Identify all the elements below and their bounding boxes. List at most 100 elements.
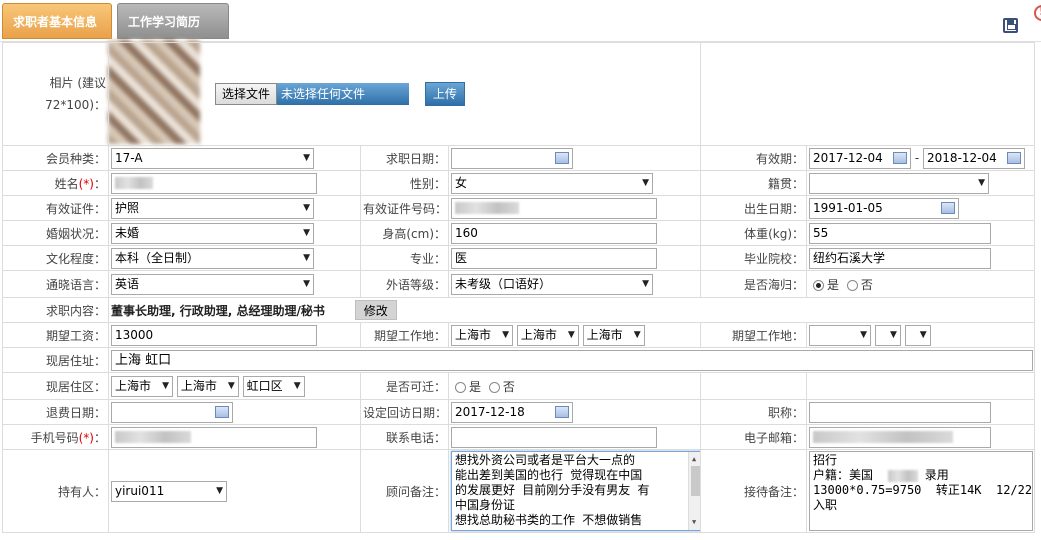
work-place-label: 期望工作地：: [360, 322, 449, 348]
file-name-display: 未选择任何文件: [277, 83, 410, 105]
photo-label: 相片 (建议 72*100)：: [2, 42, 109, 146]
weight-input[interactable]: 55: [809, 222, 992, 244]
photo-empty-cell: [700, 42, 1036, 146]
email-label: 电子邮箱：: [700, 424, 808, 450]
phone-input[interactable]: [451, 426, 657, 448]
scrollbar-thumb[interactable]: [691, 466, 700, 496]
consultant-note-textarea[interactable]: 想找外资公司或者是平台大一点的 能出差到美国的也行 觉得现在中国 的发展更好 目…: [451, 451, 700, 531]
birth-date-input[interactable]: 1991-01-05: [809, 197, 960, 219]
valid-period-label: 有效期：: [700, 145, 808, 171]
scrollbar[interactable]: [688, 452, 700, 530]
address-input[interactable]: 上海 虹口: [111, 349, 1033, 371]
weight-label: 体重(kg)：: [700, 220, 808, 246]
id-type-select[interactable]: 护照: [111, 197, 314, 219]
education-label: 文化程度：: [2, 245, 109, 271]
calendar-icon[interactable]: [555, 151, 569, 164]
holder-select[interactable]: yirui011: [111, 480, 227, 502]
mobile-label: 手机号码(*)：: [2, 424, 109, 450]
salary-input[interactable]: 13000: [111, 324, 317, 346]
major-label: 专业：: [360, 245, 449, 271]
district-label: 现居住区：: [2, 372, 109, 400]
holder-label: 持有人：: [2, 449, 109, 533]
returnee-no-label: 否: [860, 277, 873, 292]
member-type-select[interactable]: 17-A: [111, 147, 314, 169]
height-input[interactable]: 160: [451, 222, 657, 244]
returnee-label: 是否海归：: [700, 270, 808, 298]
salary-label: 期望工资：: [2, 322, 109, 348]
residence-province-select[interactable]: 上海市: [111, 375, 173, 397]
title-input[interactable]: [809, 401, 992, 423]
refund-date-label: 退费日期：: [2, 399, 109, 425]
revisit-date-label: 设定回访日期：: [360, 399, 449, 425]
redacted-text: [455, 202, 519, 214]
revisit-date-input[interactable]: 2017-12-18: [451, 401, 573, 423]
education-select[interactable]: 本科（全日制）: [111, 247, 314, 269]
work-city-select[interactable]: 上海市: [516, 324, 579, 346]
choose-file-button[interactable]: 选择文件: [215, 83, 278, 105]
gender-select[interactable]: 女: [451, 172, 653, 194]
calendar-icon[interactable]: [941, 201, 956, 214]
mobile-input[interactable]: [111, 426, 317, 448]
consultant-note-label: 顾问备注：: [360, 449, 449, 533]
work-district-2-select[interactable]: [904, 324, 931, 346]
phone-label: 联系电话：: [360, 424, 449, 450]
work-province-select[interactable]: 上海市: [451, 324, 513, 346]
redacted-text: [115, 177, 153, 189]
redacted-text: [887, 469, 918, 482]
foreign-level-select[interactable]: 未考级（口语好）: [451, 273, 653, 295]
language-select[interactable]: 英语: [111, 273, 314, 295]
marital-label: 婚姻状况：: [2, 220, 109, 246]
height-label: 身高(cm)：: [360, 220, 449, 246]
name-label: 姓名(*)：: [2, 170, 109, 196]
job-content-label: 求职内容：: [2, 297, 109, 323]
photo-upload-cell: 选择文件 未选择任何文件 上传: [107, 42, 702, 146]
native-place-select[interactable]: [809, 172, 990, 194]
tab-bar: 求职者基本信息 工作学习简历: [0, 0, 1041, 42]
major-input[interactable]: 医: [451, 247, 657, 269]
school-label: 毕业院校：: [700, 245, 808, 271]
work-district-select[interactable]: 上海市: [582, 324, 645, 346]
residence-city-select[interactable]: 上海市: [176, 375, 239, 397]
work-province-2-select[interactable]: [809, 324, 872, 346]
title-label: 职称：: [700, 399, 808, 425]
birth-date-label: 出生日期：: [700, 195, 808, 221]
returnee-no-radio[interactable]: [846, 279, 858, 291]
calendar-icon[interactable]: [893, 151, 908, 164]
relocate-label: 是否可迁：: [360, 372, 449, 400]
save-icon[interactable]: [1003, 18, 1018, 33]
member-type-label: 会员种类：: [2, 145, 109, 171]
job-content-value: 董事长助理, 行政助理, 总经理助理/秘书: [111, 304, 325, 318]
native-place-label: 籍贯：: [700, 170, 808, 196]
redacted-text: [115, 431, 191, 443]
tab-basic-info[interactable]: 求职者基本信息: [2, 3, 112, 39]
alert-circle-icon[interactable]: [1034, 5, 1041, 21]
work-city-2-select[interactable]: [874, 324, 901, 346]
job-date-input[interactable]: [451, 147, 573, 169]
email-input[interactable]: [809, 426, 992, 448]
gender-label: 性别：: [360, 170, 449, 196]
job-date-label: 求职日期：: [360, 145, 449, 171]
period-separator: -: [914, 150, 920, 165]
upload-button[interactable]: 上传: [424, 82, 465, 106]
residence-district-select[interactable]: 虹口区: [242, 375, 305, 397]
relocate-no-radio[interactable]: [488, 381, 500, 393]
returnee-yes-label: 是: [827, 277, 840, 292]
id-number-label: 有效证件号码：: [360, 195, 449, 221]
returnee-yes-radio[interactable]: [813, 279, 825, 291]
valid-start-input[interactable]: 2017-12-04: [809, 147, 912, 169]
redacted-text: [813, 431, 954, 443]
calendar-icon[interactable]: [1007, 151, 1022, 164]
name-input[interactable]: [111, 172, 317, 194]
calendar-icon[interactable]: [215, 405, 229, 418]
refund-date-input[interactable]: [111, 401, 233, 423]
reception-note-textarea[interactable]: 招行 户籍：美国 录用 13000*0.75=9750 转正14K 12/22 …: [809, 451, 1034, 531]
marital-select[interactable]: 未婚: [111, 222, 314, 244]
valid-end-input[interactable]: 2018-12-04: [923, 147, 1026, 169]
relocate-yes-radio[interactable]: [455, 381, 466, 393]
tab-work-study-resume[interactable]: 工作学习简历: [117, 3, 229, 39]
id-type-label: 有效证件：: [2, 195, 109, 221]
school-input[interactable]: 纽约石溪大学: [809, 247, 992, 269]
id-number-input[interactable]: [451, 197, 657, 219]
edit-job-content-button[interactable]: 修改: [354, 300, 397, 320]
calendar-icon[interactable]: [555, 405, 569, 418]
